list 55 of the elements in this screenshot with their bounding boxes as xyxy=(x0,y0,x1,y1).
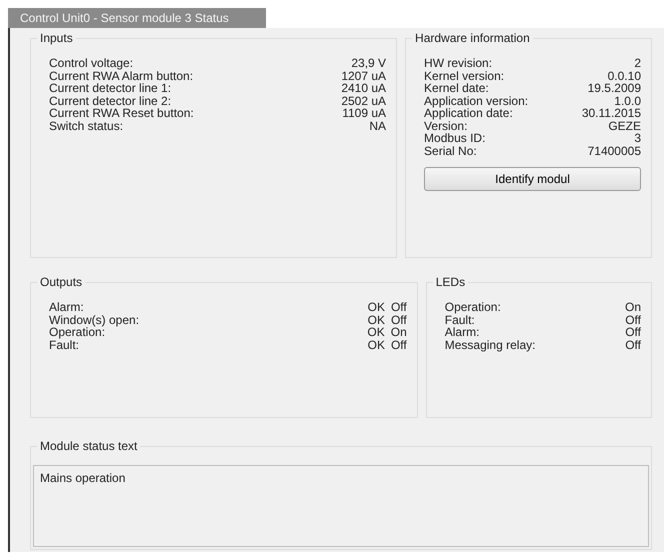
field-label: Current RWA Reset button: xyxy=(49,107,194,120)
field-value: 1109 uA xyxy=(342,107,386,120)
field-value: Off xyxy=(625,338,642,351)
field-value: 2410 uA xyxy=(341,82,386,94)
field-label: Window(s) open: xyxy=(49,314,140,326)
field-label: Control voltage: xyxy=(49,57,134,70)
field-value: 2 xyxy=(634,57,641,70)
field-value: GEZE xyxy=(608,120,641,132)
field-value: 2502 uA xyxy=(341,94,386,107)
field-value: On xyxy=(625,301,642,314)
field-label: Alarm: xyxy=(49,301,84,314)
field-label: Switch status: xyxy=(49,120,124,132)
group-title: Inputs xyxy=(37,31,76,45)
field-label: Modbus ID: xyxy=(424,132,486,144)
field-value: 1.0.0 xyxy=(614,94,641,107)
field-label: Application version: xyxy=(424,94,528,107)
field-value: 19.5.2009 xyxy=(588,82,641,94)
field-value: Off xyxy=(625,314,642,326)
field-label: Operation: xyxy=(444,301,501,314)
field-label: Fault: xyxy=(444,314,475,326)
identify-button[interactable]: Identify modul xyxy=(424,167,641,191)
field-value: 23,9 V xyxy=(351,57,386,70)
field-value: 1207 uA xyxy=(341,70,386,82)
field-value: Off xyxy=(390,338,407,351)
field-value: Off xyxy=(390,301,407,314)
field-value: 71400005 xyxy=(588,144,641,157)
field-value: Off xyxy=(390,314,407,326)
field-value: 3 xyxy=(634,132,641,144)
field-label: Alarm: xyxy=(444,326,480,338)
field-label: Version: xyxy=(424,120,468,132)
field-label: Current detector line 1: xyxy=(49,82,172,94)
field-label: Kernel version: xyxy=(424,70,504,82)
group-title: LEDs xyxy=(432,275,468,289)
field-label: HW revision: xyxy=(424,57,492,70)
field-label: Fault: xyxy=(49,338,80,351)
field-value: 0.0.10 xyxy=(608,70,641,82)
status-text-area[interactable]: Mains operation xyxy=(33,465,649,547)
field-label: Current detector line 2: xyxy=(49,94,172,107)
field-label: Kernel date: xyxy=(424,82,489,94)
group-title: Hardware information xyxy=(412,31,533,45)
status-value: OK xyxy=(368,314,385,326)
status-value: OK xyxy=(367,326,385,338)
status-value: OK xyxy=(368,338,385,351)
field-value: Off xyxy=(625,326,642,338)
field-label: Messaging relay: xyxy=(444,338,536,351)
field-label: Current RWA Alarm button: xyxy=(49,70,194,82)
field-value: On xyxy=(390,326,407,338)
status-value: OK xyxy=(368,301,385,314)
group-title: Outputs xyxy=(37,275,86,289)
field-value: NA xyxy=(369,120,386,132)
field-label: Application date: xyxy=(424,107,513,120)
field-label: Operation: xyxy=(49,326,106,338)
group-title: Module status text xyxy=(37,439,140,453)
field-label: Serial No: xyxy=(424,144,477,157)
field-value: 30.11.2015 xyxy=(582,107,641,120)
